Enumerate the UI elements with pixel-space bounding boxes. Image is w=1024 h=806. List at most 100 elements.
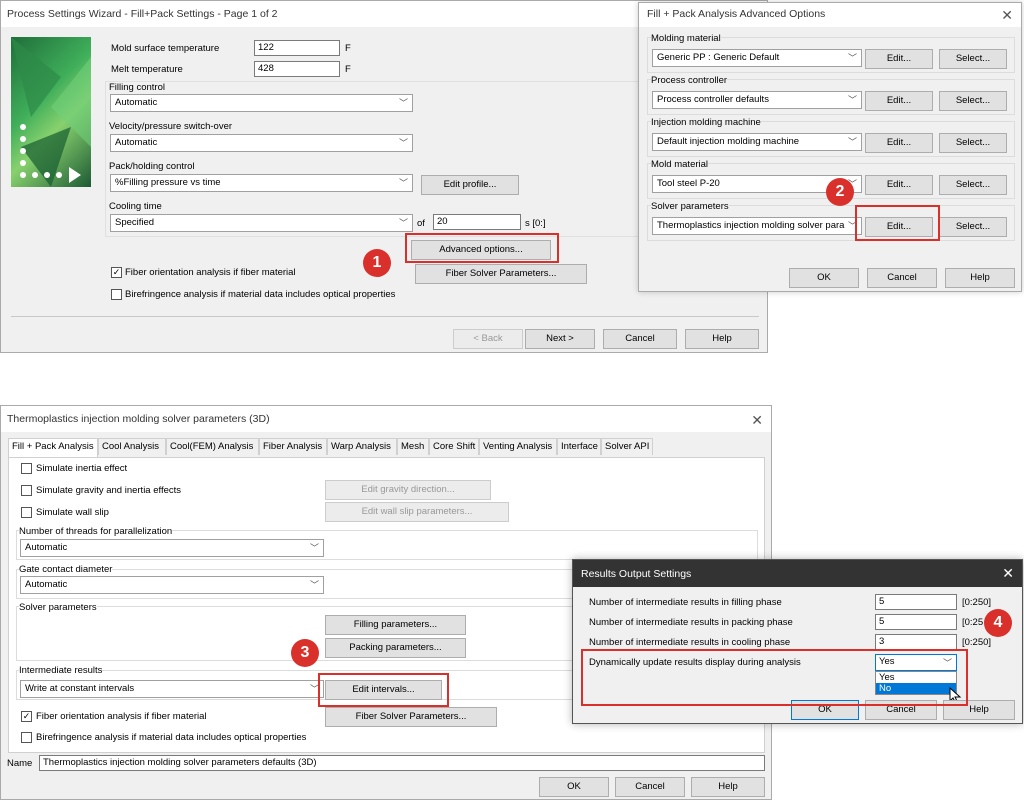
- advanced-title: Fill + Pack Analysis Advanced Options: [639, 3, 1021, 27]
- edit-wall-slip-button[interactable]: Edit wall slip parameters...: [325, 502, 509, 522]
- highlight-edit-intervals: [318, 673, 449, 707]
- switchover-value: Automatic: [115, 137, 158, 148]
- advanced-cancel-button[interactable]: Cancel: [867, 268, 937, 288]
- close-icon[interactable]: ✕: [1001, 7, 1013, 24]
- filling-params-button[interactable]: Filling parameters...: [325, 615, 466, 635]
- callout-1: 1: [363, 249, 391, 277]
- tab-venting-analysis[interactable]: Venting Analysis: [479, 438, 557, 455]
- tab-warp-analysis[interactable]: Warp Analysis: [327, 438, 397, 455]
- solver-fiber-orientation-checkbox[interactable]: ✓: [21, 711, 32, 722]
- edit-gravity-button[interactable]: Edit gravity direction...: [325, 480, 491, 500]
- switchover-select[interactable]: Automatic ﹀: [110, 134, 413, 152]
- injection-molding-machine-edit-button[interactable]: Edit...: [865, 133, 933, 153]
- molding-material-label: Molding material: [651, 33, 721, 44]
- packing-results-label: Number of intermediate results in packin…: [589, 617, 793, 628]
- edit-profile-button[interactable]: Edit profile...: [421, 175, 519, 195]
- chevron-down-icon: ﹀: [398, 98, 408, 108]
- packing-results-input[interactable]: 5: [875, 614, 957, 630]
- intermediate-label: Intermediate results: [19, 665, 103, 676]
- tab-fill-pack-analysis[interactable]: Fill + Pack Analysis: [8, 438, 98, 457]
- wizard-graphic: [11, 37, 91, 187]
- chevron-down-icon: ﹀: [398, 218, 408, 228]
- process-controller-select[interactable]: Process controller defaults ﹀: [652, 91, 862, 109]
- highlight-advanced-options: [405, 233, 559, 263]
- callout-2: 2: [826, 178, 854, 206]
- tab-mesh[interactable]: Mesh: [397, 438, 429, 455]
- mold-surface-temp-input[interactable]: 122: [254, 40, 340, 56]
- switchover-label: Velocity/pressure switch-over: [109, 121, 233, 132]
- advanced-help-button[interactable]: Help: [945, 268, 1015, 288]
- tab-solver-api[interactable]: Solver API: [601, 438, 653, 455]
- filling-control-select[interactable]: Automatic ﹀: [110, 94, 413, 112]
- simulate-wall-slip-label: Simulate wall slip: [36, 507, 109, 518]
- birefringence-checkbox[interactable]: [111, 289, 122, 300]
- mold-material-label: Mold material: [651, 159, 709, 170]
- cooling-results-input[interactable]: 3: [875, 634, 957, 650]
- molding-material-select[interactable]: Generic PP : Generic Default ﹀: [652, 49, 862, 67]
- cooling-time-input[interactable]: 20: [433, 214, 521, 230]
- close-icon[interactable]: ✕: [751, 412, 763, 429]
- close-icon[interactable]: ✕: [1002, 565, 1014, 582]
- solver-help-button[interactable]: Help: [691, 777, 765, 797]
- tab-cool-fem-analysis[interactable]: Cool(FEM) Analysis: [166, 438, 259, 455]
- simulate-inertia-label: Simulate inertia effect: [36, 463, 128, 474]
- injection-molding-machine-select[interactable]: Default injection molding machine ﹀: [652, 133, 862, 151]
- injection-molding-machine-select-button[interactable]: Select...: [939, 133, 1007, 153]
- packing-results-range: [0:25: [962, 617, 984, 628]
- process-controller-select-button[interactable]: Select...: [939, 91, 1007, 111]
- name-input[interactable]: Thermoplastics injection molding solver …: [39, 755, 765, 771]
- simulate-gravity-checkbox[interactable]: [21, 485, 32, 496]
- process-controller-edit-button[interactable]: Edit...: [865, 91, 933, 111]
- cooling-time-unit: s [0:]: [525, 218, 546, 229]
- chevron-down-icon: ﹀: [847, 95, 857, 105]
- threads-select[interactable]: Automatic ﹀: [20, 539, 324, 557]
- tab-fiber-analysis[interactable]: Fiber Analysis: [259, 438, 327, 455]
- tab-core-shift[interactable]: Core Shift: [429, 438, 479, 455]
- callout-3: 3: [291, 639, 319, 667]
- filling-control-label: Filling control: [109, 82, 165, 93]
- cancel-button[interactable]: Cancel: [603, 329, 677, 349]
- help-button[interactable]: Help: [685, 329, 759, 349]
- intermediate-select[interactable]: Write at constant intervals ﹀: [20, 680, 324, 698]
- pack-control-select[interactable]: %Filling pressure vs time ﹀: [110, 174, 413, 192]
- packing-params-button[interactable]: Packing parameters...: [325, 638, 466, 658]
- solver-parameters-select-button[interactable]: Select...: [939, 217, 1007, 237]
- solver-birefringence-checkbox[interactable]: [21, 732, 32, 743]
- cooling-results-range: [0:250]: [962, 637, 992, 648]
- filling-results-input[interactable]: 5: [875, 594, 957, 610]
- cooling-time-mode-value: Specified: [115, 217, 155, 228]
- injection-molding-machine-value: Default injection molding machine: [657, 136, 800, 147]
- threads-label: Number of threads for parallelization: [19, 526, 173, 537]
- molding-material-edit-button[interactable]: Edit...: [865, 49, 933, 69]
- cooling-time-mode-select[interactable]: Specified ﹀: [110, 214, 413, 232]
- simulate-wall-slip-checkbox[interactable]: [21, 507, 32, 518]
- next-button[interactable]: Next >: [525, 329, 595, 349]
- gate-label: Gate contact diameter: [19, 564, 113, 575]
- fiber-solver-params-button[interactable]: Fiber Solver Parameters...: [415, 264, 587, 284]
- wizard-separator: [11, 316, 759, 317]
- chevron-down-icon: ﹀: [309, 580, 319, 590]
- gate-select[interactable]: Automatic ﹀: [20, 576, 324, 594]
- fiber-orientation-checkbox[interactable]: ✓: [111, 267, 122, 278]
- molding-material-select-button[interactable]: Select...: [939, 49, 1007, 69]
- cooling-results-label: Number of intermediate results in coolin…: [589, 637, 791, 648]
- mold-surface-temp-label: Mold surface temperature: [111, 43, 220, 54]
- filling-results-range: [0:250]: [962, 597, 992, 608]
- solver-ok-button[interactable]: OK: [539, 777, 609, 797]
- advanced-ok-button[interactable]: OK: [789, 268, 859, 288]
- tab-cool-analysis[interactable]: Cool Analysis: [98, 438, 166, 455]
- solver-cancel-button[interactable]: Cancel: [615, 777, 685, 797]
- results-title: Results Output Settings: [581, 568, 692, 580]
- simulate-inertia-checkbox[interactable]: [21, 463, 32, 474]
- filling-control-value: Automatic: [115, 97, 158, 108]
- back-button[interactable]: < Back: [453, 329, 523, 349]
- mold-material-edit-button[interactable]: Edit...: [865, 175, 933, 195]
- melt-temp-input[interactable]: 428: [254, 61, 340, 77]
- tab-interface[interactable]: Interface: [557, 438, 601, 455]
- solver-fiber-params-button[interactable]: Fiber Solver Parameters...: [325, 707, 497, 727]
- mold-material-value: Tool steel P-20: [657, 178, 720, 189]
- mold-material-select-button[interactable]: Select...: [939, 175, 1007, 195]
- solver-parameters-label: Solver parameters: [651, 201, 729, 212]
- solver-parameters-select[interactable]: Thermoplastics injection molding solver …: [652, 217, 862, 235]
- gate-value: Automatic: [25, 579, 68, 590]
